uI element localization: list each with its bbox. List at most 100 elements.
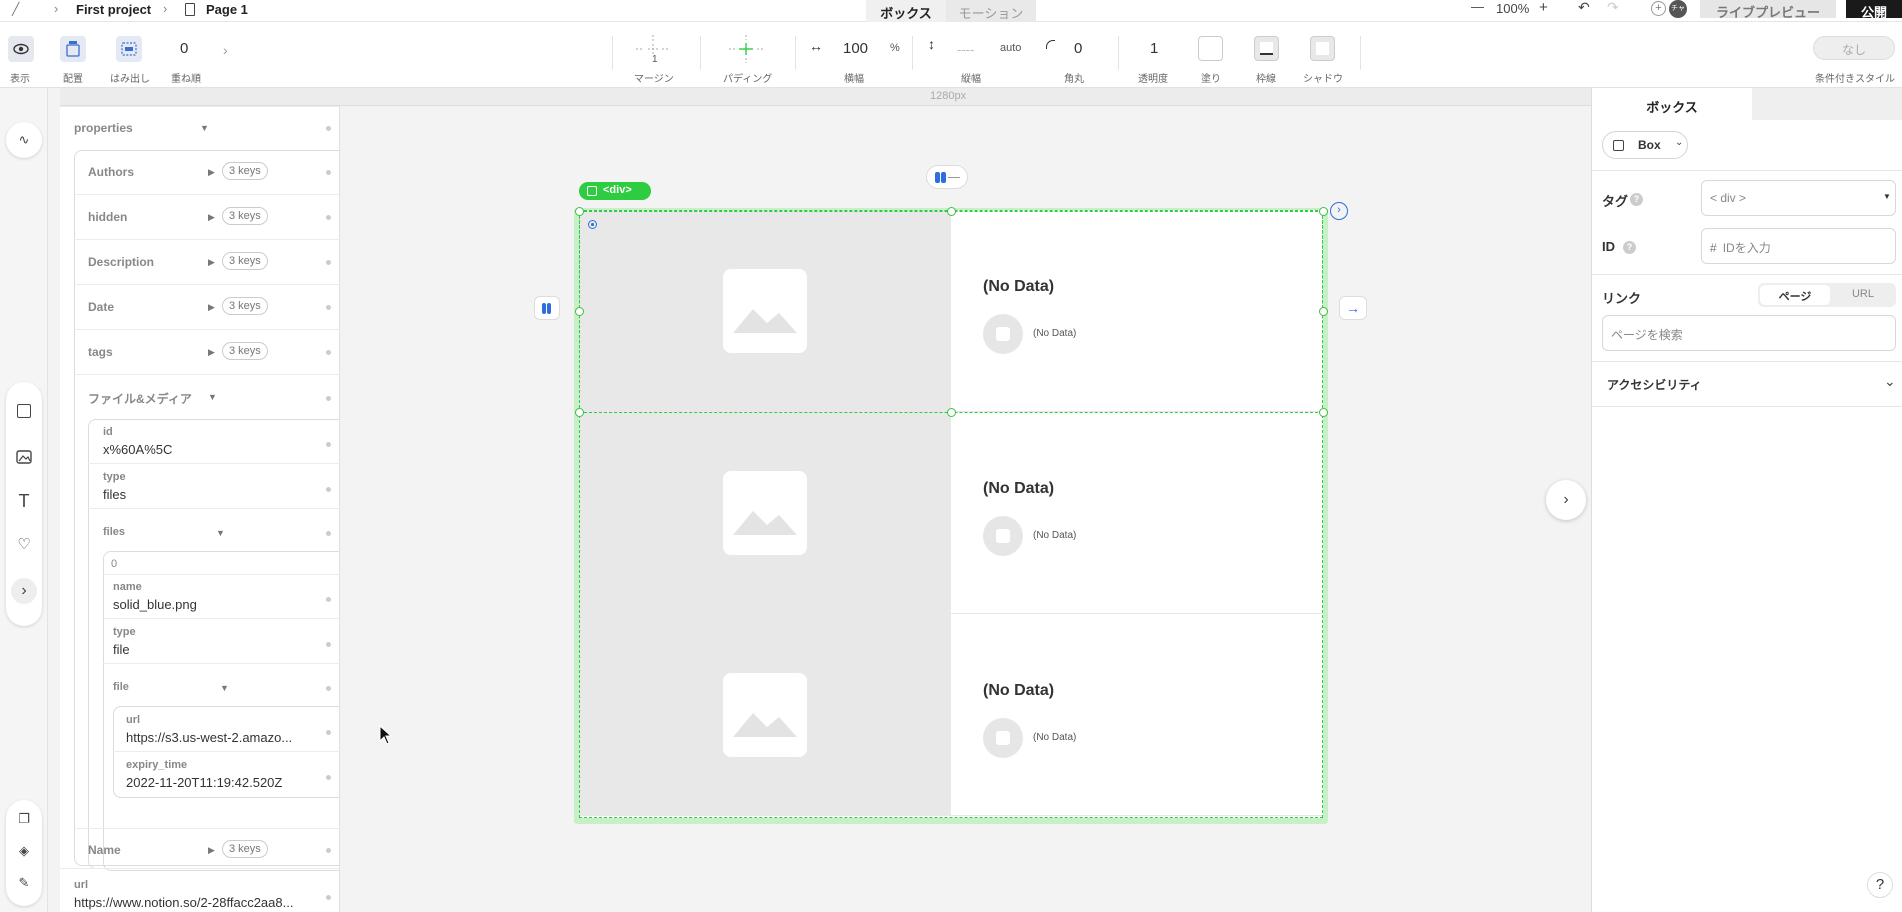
- chevron-down-icon[interactable]: ▼: [200, 123, 209, 133]
- layout-direction-toggle[interactable]: [926, 165, 968, 189]
- align-icon[interactable]: [60, 36, 86, 62]
- anchor-target-icon[interactable]: [588, 220, 597, 229]
- field-row[interactable]: Authors ▶ 3 keys: [60, 150, 339, 195]
- resize-handle[interactable]: [575, 207, 584, 216]
- padding-control[interactable]: [725, 32, 767, 66]
- drag-dot-icon[interactable]: [326, 396, 331, 401]
- drag-dot-icon[interactable]: [326, 597, 331, 602]
- drag-dot-icon[interactable]: [326, 642, 331, 647]
- properties-label[interactable]: properties: [74, 121, 133, 135]
- height-unit[interactable]: auto: [1000, 42, 1021, 54]
- drag-dot-icon[interactable]: [326, 442, 331, 447]
- zoom-level[interactable]: 100%: [1496, 1, 1529, 16]
- drag-dot-icon[interactable]: [326, 531, 331, 536]
- tab-box-inspector[interactable]: ボックス: [1592, 88, 1752, 120]
- drag-dot-icon[interactable]: [326, 126, 331, 131]
- tab-motion[interactable]: モーション: [946, 0, 1036, 22]
- radius-value[interactable]: 0: [1074, 40, 1082, 57]
- publish-button[interactable]: 公開: [1846, 0, 1902, 20]
- drag-dot-icon[interactable]: [326, 895, 331, 900]
- panel-toggle-button[interactable]: ›: [1546, 480, 1586, 520]
- box-icon[interactable]: [15, 404, 33, 422]
- resize-handle[interactable]: [1319, 307, 1328, 316]
- page-url-value[interactable]: https://www.notion.so/2-28ffacc2aa8...: [74, 895, 293, 910]
- resize-handle[interactable]: [947, 408, 956, 417]
- tag-select[interactable]: < div > ▼: [1701, 180, 1896, 216]
- file-key[interactable]: file: [113, 681, 129, 693]
- arrow-right-button[interactable]: →: [1339, 296, 1367, 320]
- accessibility-label[interactable]: アクセシビリティ: [1607, 376, 1702, 393]
- chevron-down-icon[interactable]: ▼: [216, 528, 225, 538]
- name-value[interactable]: solid_blue.png: [113, 597, 197, 612]
- chevron-down-icon[interactable]: ▼: [208, 392, 217, 402]
- page-search-input[interactable]: ページを検索: [1602, 315, 1896, 351]
- id-input[interactable]: # IDを入力: [1701, 228, 1896, 264]
- chevron-right-icon[interactable]: ›: [223, 42, 228, 58]
- field-row[interactable]: Date ▶ 3 keys: [60, 285, 339, 330]
- image-icon[interactable]: [15, 448, 33, 466]
- text-icon[interactable]: T: [15, 492, 33, 510]
- id-value[interactable]: x%60A%5C: [103, 442, 172, 457]
- zoom-out-button[interactable]: —: [1471, 0, 1484, 14]
- field-row[interactable]: tags ▶ 3 keys: [60, 330, 339, 375]
- fill-swatch[interactable]: [1198, 36, 1223, 61]
- field-row[interactable]: Description ▶ 3 keys: [60, 240, 339, 285]
- left-gap-toggle[interactable]: [534, 296, 560, 320]
- resize-handle[interactable]: [575, 408, 584, 417]
- margin-bottom-value[interactable]: 1: [652, 54, 658, 65]
- resize-handle[interactable]: [1319, 408, 1328, 417]
- drag-dot-icon[interactable]: [326, 350, 331, 355]
- edit-icon[interactable]: ✎: [15, 874, 33, 892]
- chevron-down-icon[interactable]: ⌄: [1884, 373, 1896, 390]
- breadcrumb-page[interactable]: Page 1: [206, 2, 248, 17]
- layers-icon[interactable]: ◈: [15, 842, 33, 860]
- caret-right-icon[interactable]: ▶: [208, 845, 215, 856]
- undo-icon[interactable]: ↶: [1578, 0, 1590, 16]
- border-swatch[interactable]: [1254, 36, 1279, 61]
- link-page-option[interactable]: ページ: [1760, 285, 1830, 305]
- zindex-value[interactable]: 0: [180, 40, 188, 57]
- caret-right-icon[interactable]: ▶: [208, 302, 215, 313]
- file-type-value[interactable]: file: [113, 642, 130, 657]
- field-row[interactable]: hidden ▶ 3 keys: [60, 195, 339, 240]
- drag-dot-icon[interactable]: [326, 775, 331, 780]
- drag-dot-icon[interactable]: [326, 170, 331, 175]
- files-key[interactable]: files: [103, 526, 125, 538]
- element-tag-badge[interactable]: <div>: [579, 182, 651, 200]
- brush-icon[interactable]: ╱: [12, 2, 19, 16]
- invite-icon[interactable]: +: [1651, 1, 1666, 16]
- heart-icon[interactable]: ♡: [15, 536, 33, 554]
- resize-handle[interactable]: [1319, 207, 1328, 216]
- flow-icon[interactable]: ∿: [15, 131, 33, 149]
- shadow-swatch[interactable]: [1310, 36, 1335, 61]
- caret-right-icon[interactable]: ▶: [208, 347, 215, 358]
- component-type-dropdown[interactable]: Box ⌄: [1602, 131, 1688, 159]
- help-icon[interactable]: ?: [1630, 193, 1643, 206]
- width-value[interactable]: 100: [843, 40, 868, 57]
- eye-icon[interactable]: [8, 36, 34, 62]
- live-preview-button[interactable]: ライブプレビュー: [1700, 0, 1836, 20]
- drag-dot-icon[interactable]: [326, 215, 331, 220]
- drag-dot-icon[interactable]: [326, 487, 331, 492]
- opacity-value[interactable]: 1: [1150, 40, 1158, 57]
- chevron-circle-icon[interactable]: ›: [1330, 202, 1348, 220]
- avatar[interactable]: チャ: [1669, 0, 1687, 18]
- redo-icon[interactable]: ↷: [1607, 0, 1619, 16]
- url-value[interactable]: https://s3.us-west-2.amazo...: [126, 730, 292, 745]
- pages-icon[interactable]: ❐: [15, 810, 33, 828]
- name-field-key[interactable]: Name: [88, 843, 121, 857]
- chevron-down-icon[interactable]: ▼: [220, 683, 229, 693]
- height-value[interactable]: ----: [957, 42, 974, 57]
- caret-right-icon[interactable]: ▶: [208, 167, 215, 178]
- help-icon[interactable]: ?: [1623, 241, 1636, 254]
- expiry-value[interactable]: 2022-11-20T11:19:42.520Z: [126, 775, 282, 790]
- overflow-icon[interactable]: [116, 36, 142, 62]
- drag-dot-icon[interactable]: [326, 260, 331, 265]
- drag-dot-icon[interactable]: [326, 686, 331, 691]
- files-media-label[interactable]: ファイル&メディア: [88, 390, 192, 407]
- width-unit[interactable]: %: [890, 42, 900, 54]
- tab-box[interactable]: ボックス: [866, 0, 946, 22]
- resize-handle[interactable]: [947, 207, 956, 216]
- link-url-option[interactable]: URL: [1832, 285, 1894, 305]
- drag-dot-icon[interactable]: [326, 305, 331, 310]
